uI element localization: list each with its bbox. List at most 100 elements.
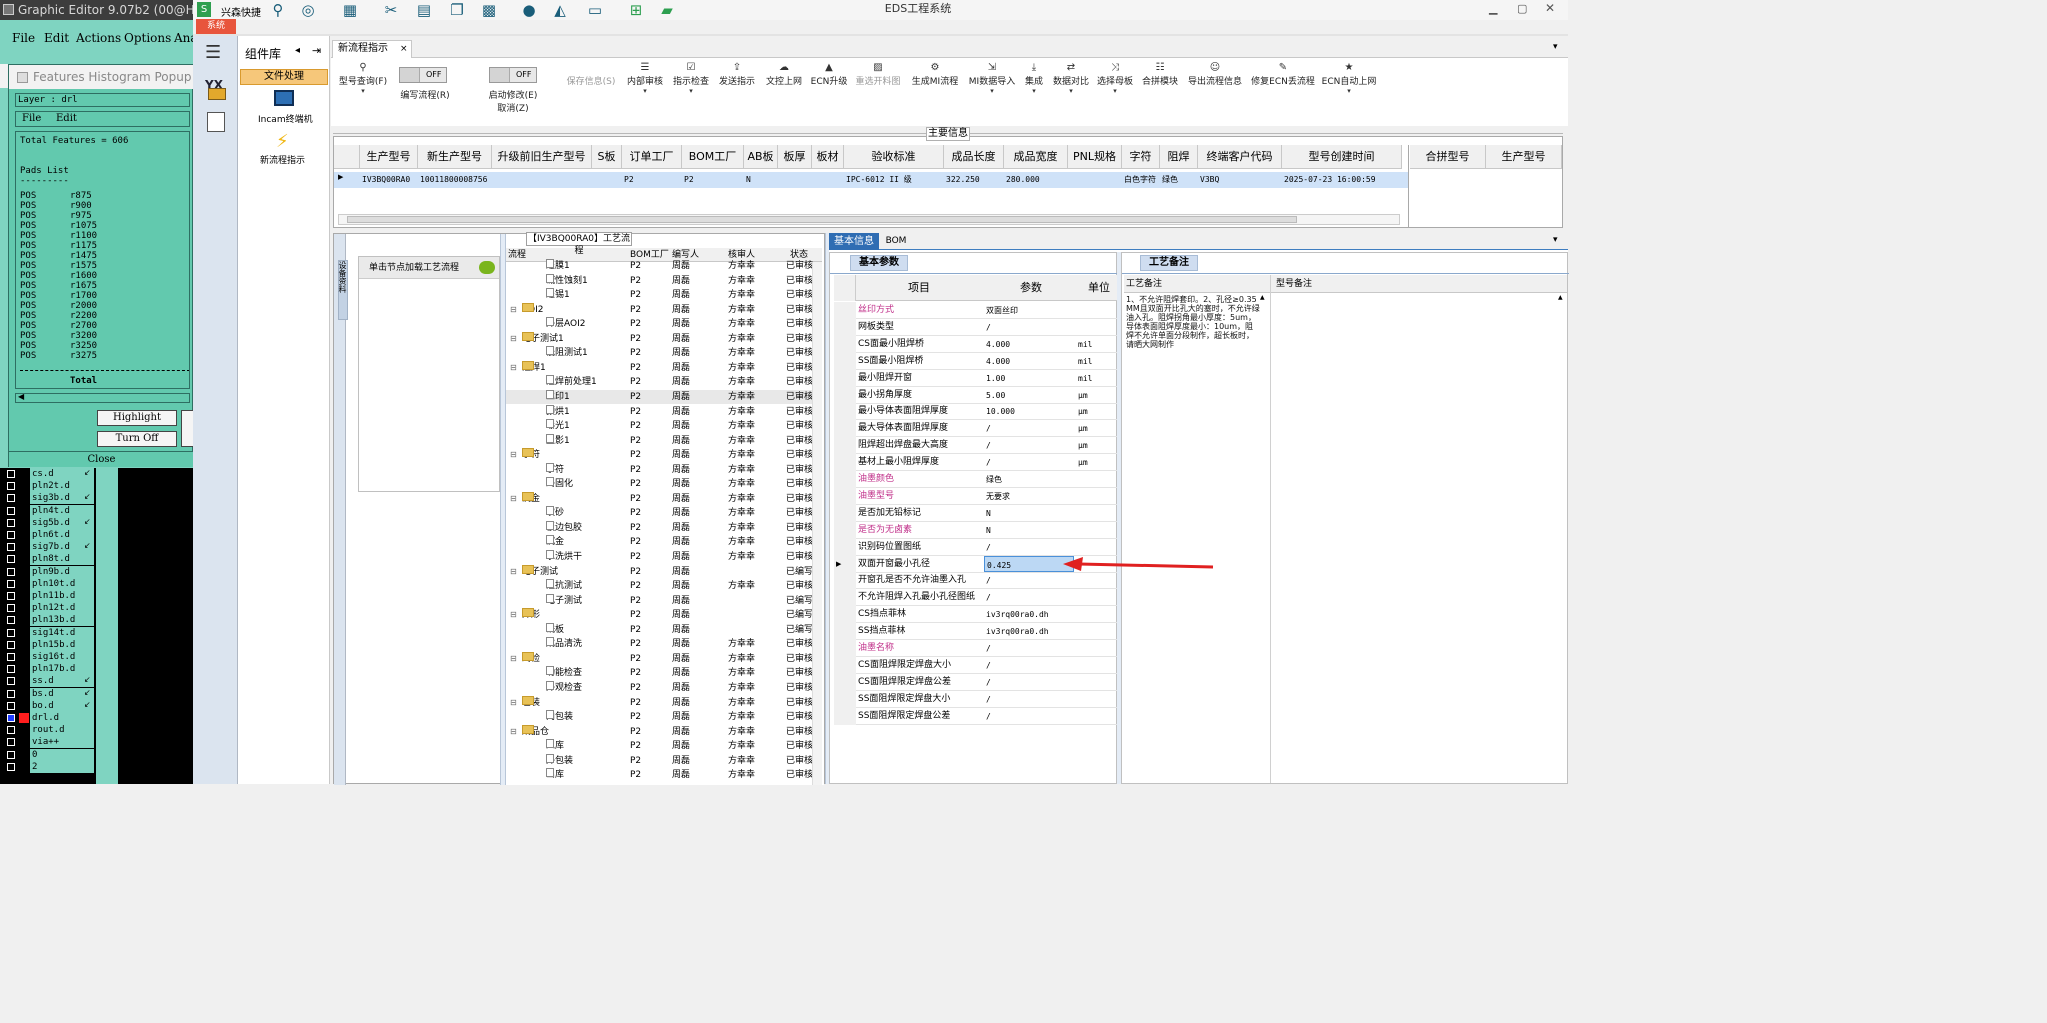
layer-checkbox[interactable] [7,653,15,661]
param-row[interactable]: SS面阻焊限定焊盘大小 / [834,690,1118,708]
grid-cell[interactable]: 280.000 [1006,172,1068,188]
tree-row[interactable]: ⊟ AOI2 P2 周磊 方幸幸 已审核 [506,302,822,318]
start-modify-toggle[interactable]: OFF [489,67,537,83]
basic-params-tab[interactable]: 基本参数 [850,255,908,271]
param-row[interactable]: 是否加无铅标记 N [834,504,1118,522]
param-value[interactable]: / [984,437,1074,453]
tree-row[interactable]: 出库 P2 周磊 方幸幸 已审核 [506,768,822,783]
layer-checkbox[interactable] [7,738,15,747]
layer-item[interactable]: via++ [0,736,110,749]
doc-tab-new-flow[interactable]: 新流程指示 × [332,40,412,58]
tree-row[interactable]: 曝光1 P2 周磊 方幸幸 已审核 [506,419,822,434]
param-row[interactable]: 识别码位置图纸 / [834,538,1118,556]
incam-terminal-label[interactable]: Incam终端机 [258,112,313,125]
grid-cell[interactable]: 绿色 [1162,172,1198,188]
process-note-tab[interactable]: 工艺备注 [1140,255,1198,271]
layer-checkbox[interactable] [7,482,15,491]
popup-menu-file[interactable]: File [22,112,41,126]
layer-item[interactable]: 2 [0,760,110,773]
param-value[interactable]: 4.000 [984,353,1074,369]
cancel-label[interactable]: 取消(Z) [491,101,535,114]
param-value[interactable]: 双面丝印 [984,302,1074,318]
grid-header-cell[interactable]: 板厚 [778,145,812,169]
layer-item[interactable]: pln11b.d [0,590,110,602]
param-value[interactable]: 5.00 [984,387,1074,403]
ge-menu-edit[interactable]: Edit [44,31,69,45]
param-row[interactable]: 阻焊超出焊盘最大高度 / μm [834,437,1118,455]
chart-icon[interactable]: ◭ [551,2,569,18]
tree-row[interactable]: 板边包胶 P2 周磊 方幸幸 已审核 [506,520,822,536]
note-scroll-up-icon[interactable]: ▲ [1260,294,1265,301]
tree-row[interactable]: ⊟ 终检 P2 周磊 方幸幸 已审核 [506,651,822,667]
monitor-icon[interactable]: ▭ [586,2,604,18]
layer-item[interactable]: pln6t.d [0,529,110,541]
chat-bubble-icon[interactable] [479,261,495,274]
internal-review-button[interactable]: ☰ 内部审核 ▾ [625,62,665,99]
tree-row[interactable]: ⊟ 字符 P2 周磊 方幸幸 已审核 [506,448,822,463]
tree-row[interactable]: 内包装 P2 周磊 方幸幸 已审核 [506,710,822,725]
grid-cell[interactable]: 2025-07-23 16:00:59 [1284,172,1402,188]
param-row[interactable]: 最小导体表面阻焊厚度 10.000 μm [834,403,1118,421]
close-button[interactable]: Close [9,451,193,467]
layer-item[interactable]: pln9b.d [0,565,110,578]
grid-icon[interactable]: ▩ [480,2,498,18]
param-value[interactable]: iv3rq00ra0.dh [984,606,1074,622]
param-value[interactable]: / [984,539,1074,555]
hamburger-icon[interactable]: ☰ [205,42,221,63]
tree-row[interactable]: 低阻测试1 P2 周磊 方幸幸 已审核 [506,346,822,361]
tree-row[interactable]: ⊟ 电子测试1 P2 周磊 方幸幸 已审核 [506,331,822,347]
layer-checkbox[interactable] [7,543,15,552]
tree-row[interactable]: 显影1 P2 周磊 方幸幸 已审核 [506,433,822,449]
tree-row[interactable]: ⊟ 电子测试 P2 周磊 已编写 [506,564,822,580]
tab-bom[interactable]: BOM [881,233,911,250]
collapse-icon[interactable]: ⊟ [510,492,517,507]
gen-mi-button[interactable]: ⚙ 生成MI流程 [909,62,961,87]
collapse-icon[interactable]: ⊟ [510,332,517,347]
tab-overflow-icon[interactable]: ▾ [1553,42,1558,52]
layer-checkbox[interactable] [7,677,15,686]
grid-scroll-thumb[interactable] [347,216,1297,223]
grid-header-cell[interactable]: 成品宽度 [1004,145,1068,169]
tree-row[interactable]: 铣板 P2 周磊 已编写 [506,622,822,638]
grid-header-cell[interactable]: 阻焊 [1160,145,1198,169]
param-value[interactable]: N [984,522,1074,538]
layer-checkbox[interactable] [7,494,15,503]
doc-upload-button[interactable]: ☁ 文控上网 [763,62,805,87]
param-value[interactable]: / [984,674,1074,690]
layer-checkbox[interactable] [7,579,15,588]
new-flow-label[interactable]: 新流程指示 [260,153,305,166]
grid-header-cell[interactable]: 验收标准 [844,145,944,169]
tree-row[interactable]: ⊟ 包装 P2 周磊 方幸幸 已审核 [506,695,822,711]
param-value[interactable]: / [984,420,1074,436]
grid-header-cell[interactable]: 新生产型号 [418,145,492,169]
layer-item[interactable]: sig7b.d ↙ [0,541,110,554]
layer-checkbox[interactable] [7,531,15,539]
ge-menu-actions[interactable]: Actions [76,31,121,45]
layer-checkbox[interactable] [7,567,15,576]
collapse-icon[interactable]: ⊟ [510,361,517,376]
param-value[interactable]: / [984,454,1074,470]
param-row[interactable]: CS面最小阻焊桥 4.000 mil [834,335,1118,353]
layer-checkbox[interactable] [7,506,15,515]
tree-row[interactable]: 电子测试 P2 周磊 已编写 [506,593,822,609]
param-value[interactable]: 0.425 [984,555,1074,572]
param-value[interactable]: 绿色 [984,471,1074,487]
param-row[interactable]: 是否为无卤素 N [834,521,1118,539]
tree-row[interactable]: 喷砂 P2 周磊 方幸幸 已审核 [506,506,822,521]
chevron-left-icon[interactable]: ◂ [295,45,300,56]
param-row[interactable]: 油墨型号 无要求 [834,487,1118,505]
tree-row[interactable]: 丝印1 P2 周磊 方幸幸 已审核 [506,389,822,405]
grid-hscrollbar[interactable] [338,214,1400,225]
yx-module-icon[interactable] [208,88,226,100]
tree-vscrollbar[interactable] [812,262,822,785]
layer-checkbox[interactable] [7,470,15,478]
layer-item[interactable]: sig3b.d ↙ [0,492,110,505]
tree-row[interactable]: 预烘1 P2 周磊 方幸幸 已审核 [506,404,822,420]
tree-row[interactable]: ⊟ 成品仓 P2 周磊 方幸幸 已审核 [506,724,822,740]
integrate-button[interactable]: ⤓ 集成 ▾ [1021,62,1047,99]
layer-checkbox[interactable] [7,555,15,564]
histogram-hscrollbar[interactable]: ◀ [15,392,190,403]
scissors-icon[interactable]: ✂ [382,2,400,18]
grid-cell[interactable]: V3BQ [1200,172,1282,188]
instruction-check-button[interactable]: ☑ 指示检查 ▾ [671,62,711,99]
